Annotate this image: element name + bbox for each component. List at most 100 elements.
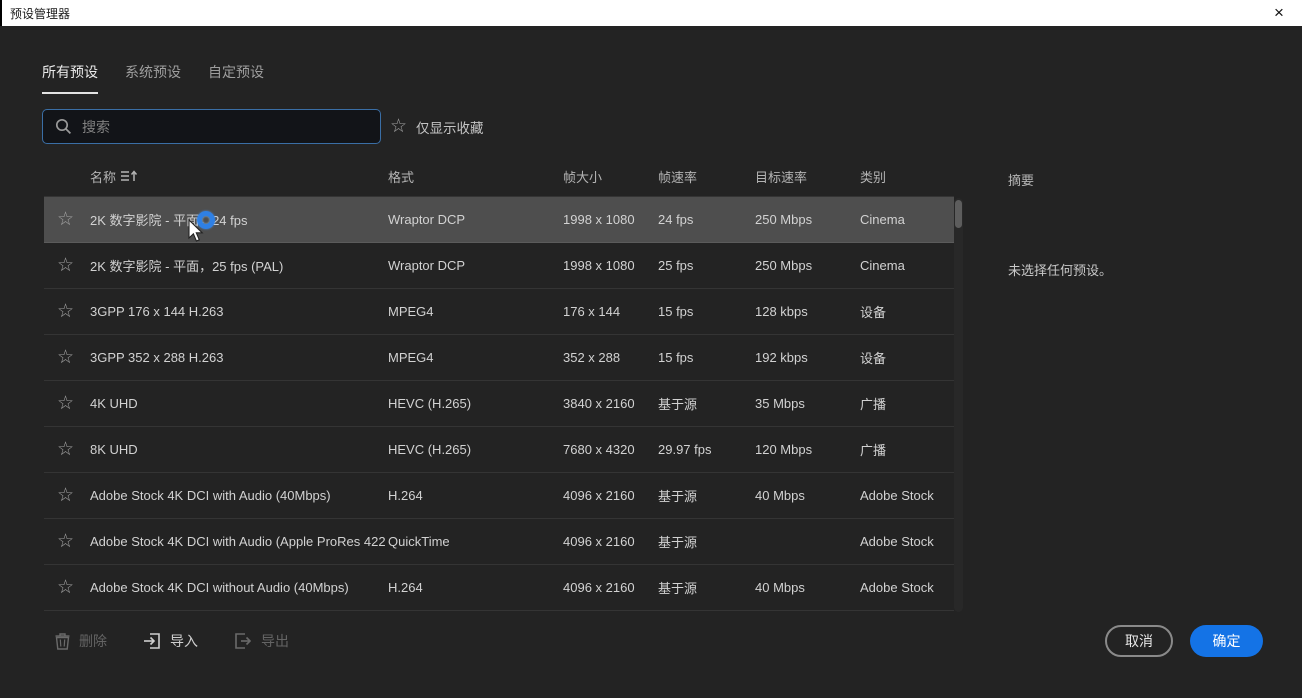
preset-frame-rate: 15 fps <box>658 350 755 365</box>
preset-manager-dialog: 预设管理器 × 所有预设 系统预设 自定预设 ☆ 仅显示收藏 名称 <box>0 0 1302 698</box>
export-button[interactable]: 导出 <box>234 631 289 651</box>
table-row[interactable]: ☆ 2K 数字影院 - 平面，24 fps Wraptor DCP 1998 x… <box>44 197 954 243</box>
search-input[interactable] <box>82 119 362 135</box>
table-row[interactable]: ☆ Adobe Stock 4K DCI with Audio (Apple P… <box>44 519 954 565</box>
table-scrollbar[interactable] <box>954 198 963 612</box>
ok-button[interactable]: 确定 <box>1190 625 1263 657</box>
favorite-star-icon[interactable]: ☆ <box>57 348 74 367</box>
summary-empty-text: 未选择任何预设。 <box>1008 260 1112 279</box>
preset-format: Wraptor DCP <box>388 258 563 273</box>
table-row[interactable]: ☆ 8K UHD HEVC (H.265) 7680 x 4320 29.97 … <box>44 427 954 473</box>
table-row[interactable]: ☆ 3GPP 176 x 144 H.263 MPEG4 176 x 144 1… <box>44 289 954 335</box>
table-row[interactable]: ☆ Adobe Stock 4K DCI with Audio (40Mbps)… <box>44 473 954 519</box>
preset-name: Adobe Stock 4K DCI without Audio (40Mbps… <box>90 580 388 595</box>
preset-target-rate: 250 Mbps <box>755 258 860 273</box>
favorite-star-icon[interactable]: ☆ <box>57 394 74 413</box>
preset-frame-rate: 29.97 fps <box>658 442 755 457</box>
preset-frame-rate: 基于源 <box>658 532 755 551</box>
footer-toolbar: 删除 导入 导出 <box>55 628 289 654</box>
preset-tabs: 所有预设 系统预设 自定预设 <box>42 62 264 94</box>
preset-frame-size: 352 x 288 <box>563 350 658 365</box>
cancel-button[interactable]: 取消 <box>1105 625 1173 657</box>
preset-target-rate: 192 kbps <box>755 350 860 365</box>
preset-target-rate: 40 Mbps <box>755 488 860 503</box>
export-label: 导出 <box>261 631 289 651</box>
preset-category: Adobe Stock <box>860 534 954 549</box>
table-header: 名称 格式 帧大小 帧速率 目标速率 类别 <box>44 163 954 196</box>
delete-label: 删除 <box>79 631 107 651</box>
favorites-filter-label: 仅显示收藏 <box>416 117 484 137</box>
preset-name: 8K UHD <box>90 442 388 457</box>
preset-target-rate: 250 Mbps <box>755 212 860 227</box>
table-row[interactable]: ☆ Adobe Stock 4K DCI without Audio (40Mb… <box>44 565 954 611</box>
favorite-star-icon[interactable]: ☆ <box>57 302 74 321</box>
delete-button[interactable]: 删除 <box>55 631 107 651</box>
preset-frame-size: 1998 x 1080 <box>563 258 658 273</box>
table-row[interactable]: ☆ 4K UHD HEVC (H.265) 3840 x 2160 基于源 35… <box>44 381 954 427</box>
table-row[interactable]: ☆ 2K 数字影院 - 平面，25 fps (PAL) Wraptor DCP … <box>44 243 954 289</box>
column-header-name[interactable]: 名称 <box>90 167 388 186</box>
window-title: 预设管理器 <box>2 5 70 22</box>
favorite-star-icon[interactable]: ☆ <box>57 532 74 551</box>
trash-icon <box>55 633 70 650</box>
preset-frame-rate: 25 fps <box>658 258 755 273</box>
column-header-target-rate[interactable]: 目标速率 <box>755 167 860 186</box>
scrollbar-thumb[interactable] <box>955 200 962 228</box>
preset-category: 广播 <box>860 440 954 459</box>
column-header-format[interactable]: 格式 <box>388 167 563 186</box>
preset-category: 设备 <box>860 302 954 321</box>
tab-system-presets[interactable]: 系统预设 <box>125 62 181 94</box>
close-icon[interactable]: × <box>1264 0 1294 26</box>
import-label: 导入 <box>170 631 198 651</box>
mouse-cursor-icon <box>188 219 204 243</box>
column-header-category[interactable]: 类别 <box>860 167 954 186</box>
preset-format: HEVC (H.265) <box>388 442 563 457</box>
preset-category: Adobe Stock <box>860 488 954 503</box>
preset-category: Cinema <box>860 212 954 227</box>
preset-frame-rate: 24 fps <box>658 212 755 227</box>
preset-category: 设备 <box>860 348 954 367</box>
favorites-filter[interactable]: ☆ 仅显示收藏 <box>390 109 484 144</box>
favorite-star-icon[interactable]: ☆ <box>57 256 74 275</box>
preset-name: 2K 数字影院 - 平面，25 fps (PAL) <box>90 256 388 275</box>
column-header-frame-rate[interactable]: 帧速率 <box>658 167 755 186</box>
import-button[interactable]: 导入 <box>143 631 198 651</box>
preset-name: 2K 数字影院 - 平面，24 fps <box>90 210 388 229</box>
preset-frame-size: 3840 x 2160 <box>563 396 658 411</box>
favorite-star-icon[interactable]: ☆ <box>57 578 74 597</box>
preset-format: MPEG4 <box>388 304 563 319</box>
preset-format: H.264 <box>388 580 563 595</box>
table-row[interactable]: ☆ 3GPP 352 x 288 H.263 MPEG4 352 x 288 1… <box>44 335 954 381</box>
column-header-frame-size[interactable]: 帧大小 <box>563 167 658 186</box>
preset-category: Cinema <box>860 258 954 273</box>
export-icon <box>234 633 252 649</box>
preset-format: MPEG4 <box>388 350 563 365</box>
preset-name: 4K UHD <box>90 396 388 411</box>
preset-target-rate: 128 kbps <box>755 304 860 319</box>
preset-table-body: ☆ 2K 数字影院 - 平面，24 fps Wraptor DCP 1998 x… <box>44 196 954 611</box>
titlebar: 预设管理器 × <box>0 0 1302 26</box>
preset-format: QuickTime <box>388 534 563 549</box>
preset-frame-rate: 基于源 <box>658 578 755 597</box>
favorite-star-icon[interactable]: ☆ <box>390 117 407 136</box>
preset-name: 3GPP 176 x 144 H.263 <box>90 304 388 319</box>
preset-frame-rate: 基于源 <box>658 394 755 413</box>
favorite-star-icon[interactable]: ☆ <box>57 486 74 505</box>
preset-format: Wraptor DCP <box>388 212 563 227</box>
preset-target-rate: 35 Mbps <box>755 396 860 411</box>
preset-format: H.264 <box>388 488 563 503</box>
column-header-summary: 摘要 <box>1008 170 1034 189</box>
preset-frame-size: 7680 x 4320 <box>563 442 658 457</box>
sort-ascending-icon <box>121 170 138 182</box>
preset-name: Adobe Stock 4K DCI with Audio (40Mbps) <box>90 488 388 503</box>
tab-all-presets[interactable]: 所有预设 <box>42 62 98 94</box>
favorite-star-icon[interactable]: ☆ <box>57 210 74 229</box>
preset-format: HEVC (H.265) <box>388 396 563 411</box>
preset-target-rate: 120 Mbps <box>755 442 860 457</box>
favorite-star-icon[interactable]: ☆ <box>57 440 74 459</box>
preset-target-rate: 40 Mbps <box>755 580 860 595</box>
preset-frame-size: 1998 x 1080 <box>563 212 658 227</box>
tab-custom-presets[interactable]: 自定预设 <box>208 62 264 94</box>
preset-category: Adobe Stock <box>860 580 954 595</box>
search-box[interactable] <box>42 109 381 144</box>
